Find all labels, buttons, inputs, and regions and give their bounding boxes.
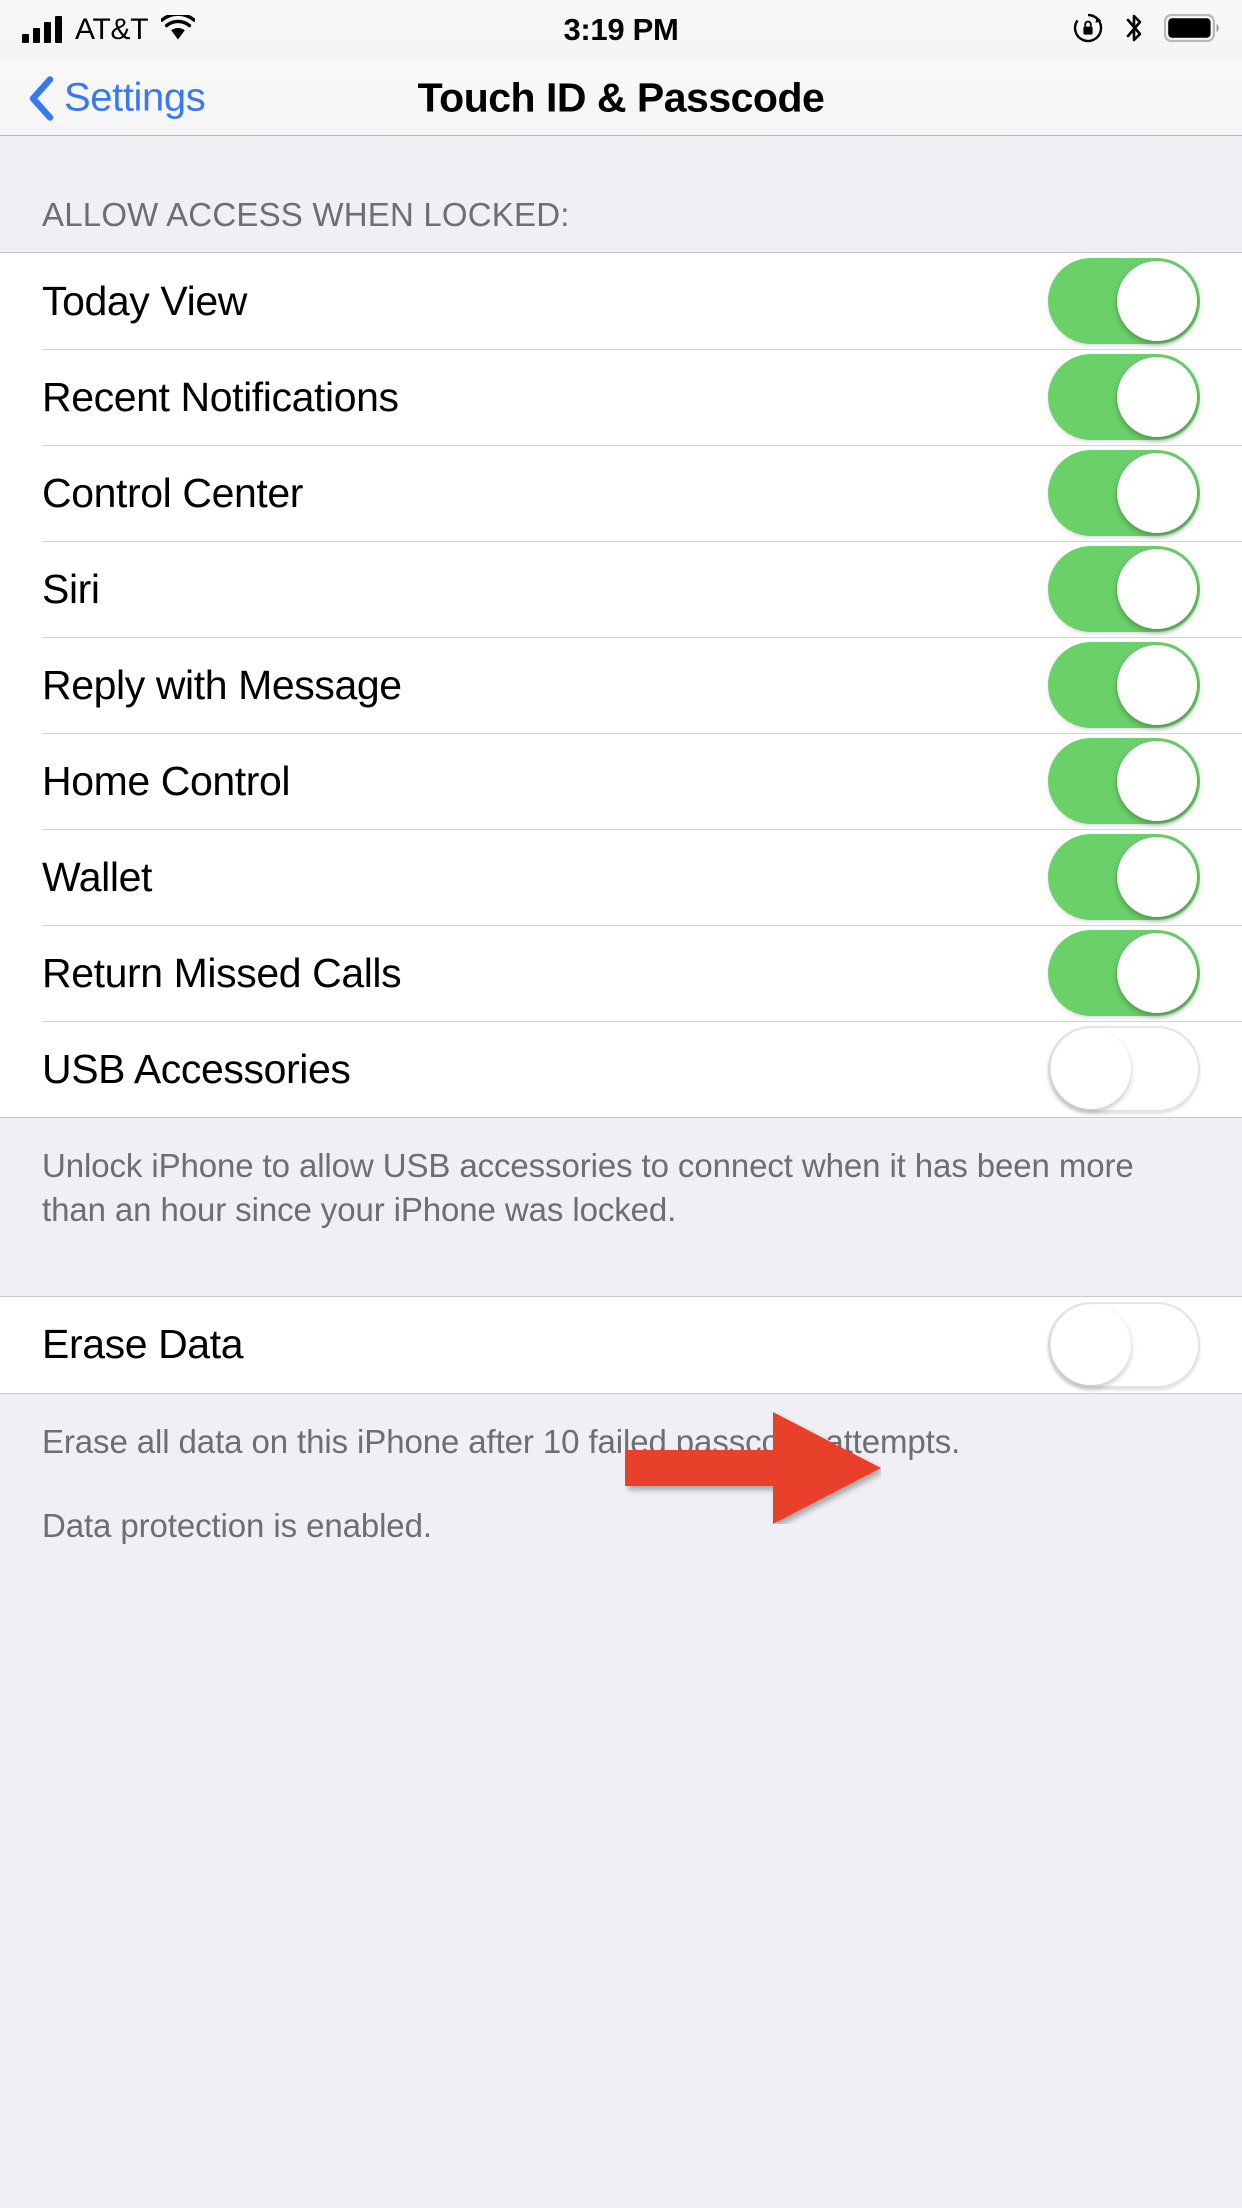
status-bar-right [1072, 0, 1220, 60]
footer-text-line-1: Erase all data on this iPhone after 10 f… [42, 1422, 961, 1460]
status-bar-center: 3:19 PM [0, 0, 1242, 60]
toggle-today-view[interactable] [1048, 258, 1200, 344]
row-label: USB Accessories [42, 1045, 351, 1092]
table-row[interactable]: Home Control [0, 733, 1242, 829]
iphone-screen: AT&T 3:19 PM Settings Touch ID & Passcod… [0, 0, 1242, 2208]
table-row[interactable]: Reply with Message [0, 637, 1242, 733]
toggle-control-center[interactable] [1048, 450, 1200, 536]
table-row[interactable]: Return Missed Calls [0, 925, 1242, 1021]
row-label: Recent Notifications [42, 373, 399, 420]
page-title: Touch ID & Passcode [417, 74, 825, 120]
toggle-knob [1117, 453, 1197, 533]
clock-label: 3:19 PM [563, 12, 679, 47]
toggle-knob [1051, 1304, 1131, 1385]
battery-full-icon [1163, 13, 1220, 47]
row-label: Wallet [42, 853, 152, 900]
navigation-bar: Settings Touch ID & Passcode [0, 60, 1242, 136]
settings-content: ALLOW ACCESS WHEN LOCKED: Today View Rec… [0, 136, 1242, 1578]
section-header-allow-access: ALLOW ACCESS WHEN LOCKED: [0, 136, 1242, 252]
toggle-reply-with-message[interactable] [1048, 642, 1200, 728]
row-label: Siri [42, 565, 100, 612]
erase-data-group: Erase Data [0, 1295, 1242, 1394]
toggle-erase-data[interactable] [1048, 1301, 1200, 1388]
toggle-knob [1117, 933, 1197, 1013]
toggle-knob [1117, 645, 1197, 725]
usb-accessories-footer: Unlock iPhone to allow USB accessories t… [0, 1118, 1242, 1262]
row-label: Control Center [42, 469, 304, 516]
row-label: Today View [42, 277, 247, 324]
toggle-siri[interactable] [1048, 546, 1200, 632]
table-row[interactable]: Control Center [0, 445, 1242, 541]
toggle-usb-accessories[interactable] [1048, 1026, 1200, 1112]
footer-text-line-2: Data protection is enabled. [42, 1506, 432, 1544]
toggle-knob [1117, 837, 1197, 917]
toggle-knob [1117, 741, 1197, 821]
row-label: Return Missed Calls [42, 949, 402, 996]
table-row[interactable]: Today View [0, 253, 1242, 349]
toggle-knob [1117, 549, 1197, 629]
toggle-return-missed-calls[interactable] [1048, 930, 1200, 1016]
rotation-lock-icon [1072, 12, 1104, 49]
bluetooth-icon [1124, 12, 1144, 49]
table-row[interactable]: Siri [0, 541, 1242, 637]
row-label: Erase Data [42, 1321, 244, 1368]
row-label: Reply with Message [42, 661, 402, 708]
toggle-knob [1117, 357, 1197, 437]
row-label: Home Control [42, 757, 291, 804]
table-row[interactable]: Recent Notifications [0, 349, 1242, 445]
toggle-home-control[interactable] [1048, 738, 1200, 824]
allow-access-group: Today View Recent Notifications Control … [0, 252, 1242, 1118]
table-row[interactable]: Wallet [0, 829, 1242, 925]
erase-data-footer: Erase all data on this iPhone after 10 f… [0, 1393, 1242, 1578]
status-bar: AT&T 3:19 PM [0, 0, 1242, 60]
toggle-wallet[interactable] [1048, 834, 1200, 920]
section-spacer [0, 1261, 1242, 1296]
toggle-knob [1117, 261, 1197, 341]
toggle-knob [1051, 1029, 1131, 1109]
toggle-recent-notifications[interactable] [1048, 354, 1200, 440]
table-row[interactable]: Erase Data [0, 1296, 1242, 1393]
footer-text: Unlock iPhone to allow USB accessories t… [42, 1147, 1134, 1228]
table-row[interactable]: USB Accessories [0, 1021, 1242, 1117]
